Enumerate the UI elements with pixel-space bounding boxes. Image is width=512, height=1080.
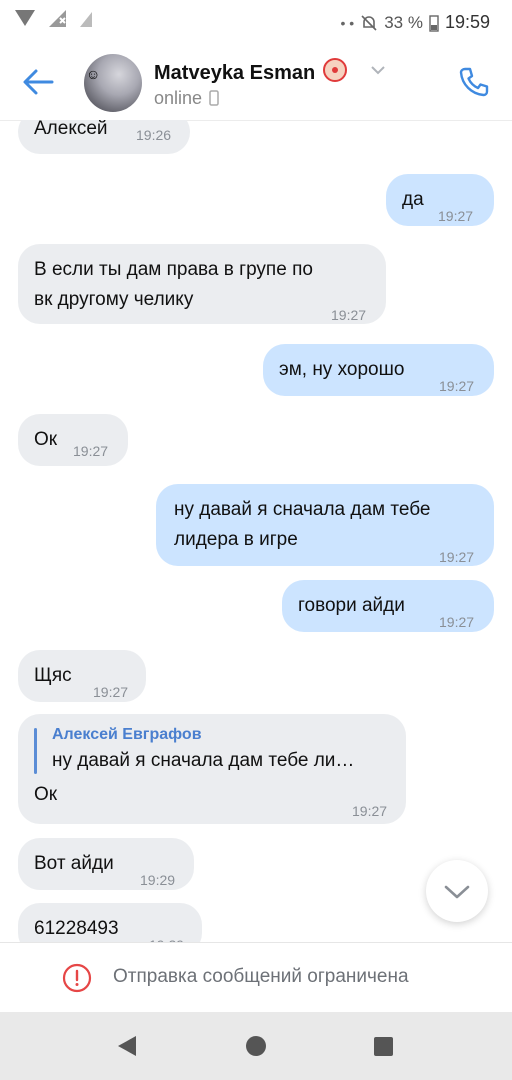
nav-back-icon[interactable] [116, 1034, 138, 1058]
message-incoming-reply[interactable]: Алексей Евграфов ну давай я сначала дам … [18, 714, 406, 824]
message-outgoing[interactable]: эм, ну хорошо 19:27 [263, 344, 494, 396]
message-time: 19:29 [149, 930, 184, 942]
chevron-down-icon[interactable] [370, 64, 386, 76]
message-list[interactable]: Алексей 19:26 да 19:27 В если ты дам пра… [0, 120, 512, 942]
message-text-line: В если ты дам права в групе по [34, 259, 313, 280]
message-incoming[interactable]: Щяс 19:27 [18, 650, 146, 702]
message-outgoing[interactable]: да 19:27 [386, 174, 494, 226]
clown-emoji-icon [322, 58, 347, 82]
chat-header: ☺ Matveyka Esman online [0, 44, 512, 121]
message-incoming[interactable]: Вот айди 19:29 [18, 838, 194, 890]
message-incoming[interactable]: Алексей 19:26 [18, 120, 190, 154]
contact-name-row[interactable]: Matveyka Esman [154, 58, 347, 85]
system-nav-bar [0, 1012, 512, 1080]
message-text: Вот айди [34, 853, 114, 874]
smiley-icon: ☺ [86, 66, 101, 82]
restricted-notice-text: Отправка сообщений ограничена [113, 966, 409, 987]
message-time: 19:27 [93, 684, 129, 700]
message-time: 19:27 [439, 614, 475, 630]
dots-icon: • • [340, 14, 355, 31]
message-time: 19:27 [352, 803, 388, 819]
chevron-down-icon [444, 885, 470, 899]
bell-off-icon [361, 14, 377, 31]
message-text: Щяс [34, 665, 72, 686]
signal-icon [15, 10, 35, 26]
nav-home-icon[interactable] [246, 1036, 266, 1056]
battery-percent: 33 % [384, 12, 423, 32]
message-incoming[interactable]: 61228493 19:29 [18, 903, 202, 942]
message-text: 61228493 [34, 918, 119, 939]
reply-quote-bar [34, 728, 37, 774]
message-time: 19:27 [439, 549, 475, 565]
status-bar: • • 33 % 19:59 [0, 0, 512, 44]
message-incoming[interactable]: Ок 19:27 [18, 414, 128, 466]
message-text-line: вк другому челику [34, 289, 194, 310]
message-time: 19:27 [73, 443, 109, 459]
message-time: 19:27 [331, 307, 367, 323]
message-outgoing[interactable]: говори айди 19:27 [282, 580, 494, 632]
message-incoming[interactable]: В если ты дам права в групе по вк другом… [18, 244, 386, 324]
message-outgoing[interactable]: ну давай я сначала дам тебе лидера в игр… [156, 484, 494, 566]
messaging-restricted-banner: Отправка сообщений ограничена [0, 942, 512, 1013]
phone-icon [459, 67, 489, 97]
message-text: говори айди [298, 595, 405, 616]
reply-quote-text[interactable]: ну давай я сначала дам тебе ли… [52, 748, 354, 774]
avatar[interactable]: ☺ [84, 54, 142, 112]
reply-author[interactable]: Алексей Евграфов [52, 724, 202, 746]
clock: 19:59 [444, 12, 490, 32]
message-text: Ок [34, 429, 58, 450]
message-text: Алексей [34, 120, 108, 139]
message-text: да [402, 189, 424, 210]
scroll-to-bottom-button[interactable] [426, 860, 488, 922]
status-text: online [154, 88, 203, 108]
message-text: эм, ну хорошо [279, 359, 405, 380]
message-time: 19:26 [136, 127, 172, 143]
arrow-left-icon [23, 69, 54, 95]
wifi-icon [49, 10, 66, 27]
back-button[interactable] [18, 64, 58, 100]
message-time: 19:29 [140, 872, 176, 888]
message-time: 19:27 [438, 208, 474, 224]
nav-recents-icon[interactable] [374, 1037, 393, 1056]
message-text-line: ну давай я сначала дам тебе [174, 499, 431, 520]
message-text-line: лидера в игре [174, 529, 298, 550]
mobile-device-icon [209, 90, 219, 106]
call-button[interactable] [456, 64, 492, 100]
contact-status: online [154, 88, 219, 109]
message-text: Ок [34, 784, 58, 805]
message-time: 19:27 [439, 378, 475, 394]
mobile-signal-icon [80, 12, 92, 27]
exclamation-circle-icon [62, 963, 92, 993]
battery-icon [429, 14, 439, 32]
contact-name: Matveyka Esman [154, 62, 316, 84]
